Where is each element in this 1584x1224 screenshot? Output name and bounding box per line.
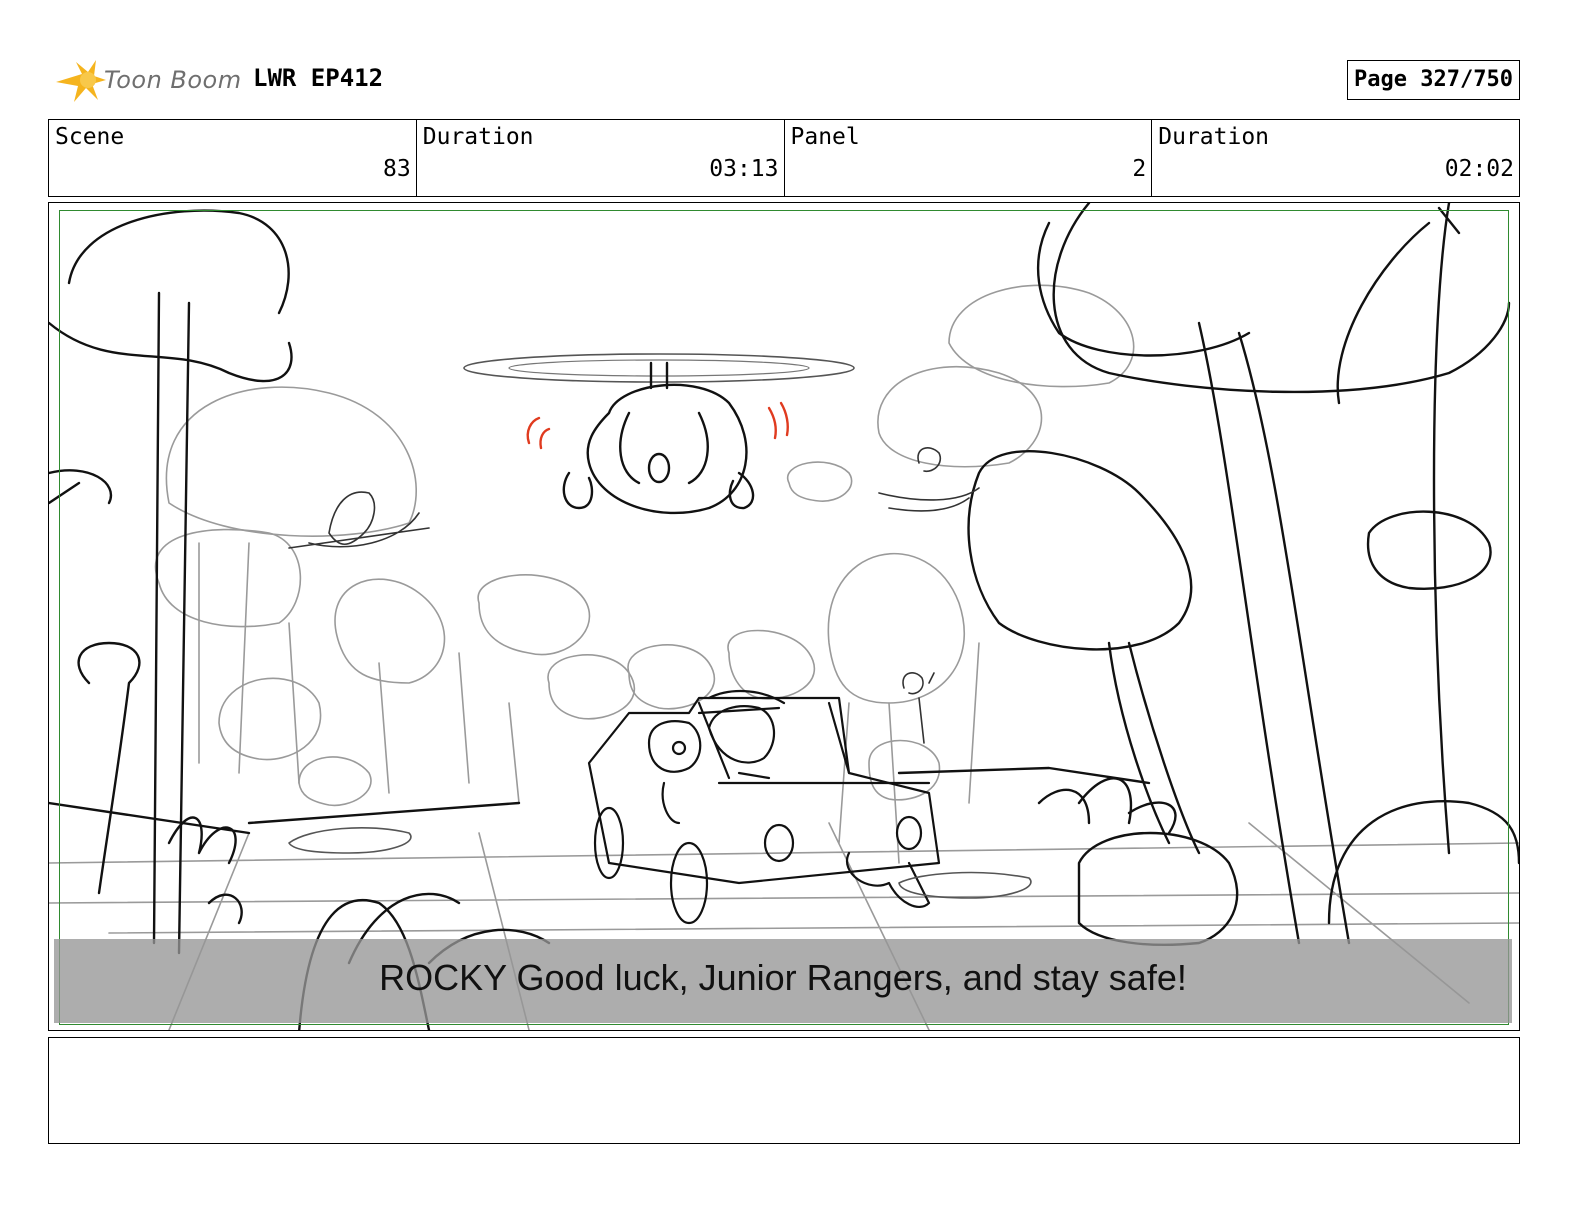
scene-duration-cell: Duration 03:13 [417,120,785,196]
sunburst-logo-icon [56,60,106,102]
scene-value: 83 [383,156,411,182]
project-title: LWR EP412 [253,64,384,92]
dialogue-caption: ROCKY Good luck, Junior Rangers, and sta… [379,957,1187,998]
toon-boom-logo: Toon Boom [52,56,242,108]
page-number: Page 327/750 [1347,60,1520,100]
panel-cell: Panel 2 [785,120,1153,196]
scene-label: Scene [55,124,125,150]
safe-area-frame [59,210,1509,1025]
scene-cell: Scene 83 [49,120,417,196]
panel-duration-cell: Duration 02:02 [1152,120,1519,196]
panel-value: 2 [1132,156,1147,182]
scene-duration-label: Duration [422,124,534,150]
dialogue-caption-bar: ROCKY Good luck, Junior Rangers, and sta… [54,939,1512,1023]
scene-info-table: Scene 83 Duration 03:13 Panel 2 Duration… [48,119,1520,197]
logo-text: Toon Boom [104,66,242,94]
storyboard-panel: ROCKY Good luck, Junior Rangers, and sta… [48,202,1520,1031]
panel-duration-label: Duration [1158,124,1270,150]
scene-duration-value: 03:13 [709,156,779,182]
panel-label: Panel [790,124,860,150]
panel-notes-box [48,1037,1520,1144]
page-header: Toon Boom LWR EP412 Page 327/750 [48,52,1520,108]
panel-duration-value: 02:02 [1444,156,1514,182]
